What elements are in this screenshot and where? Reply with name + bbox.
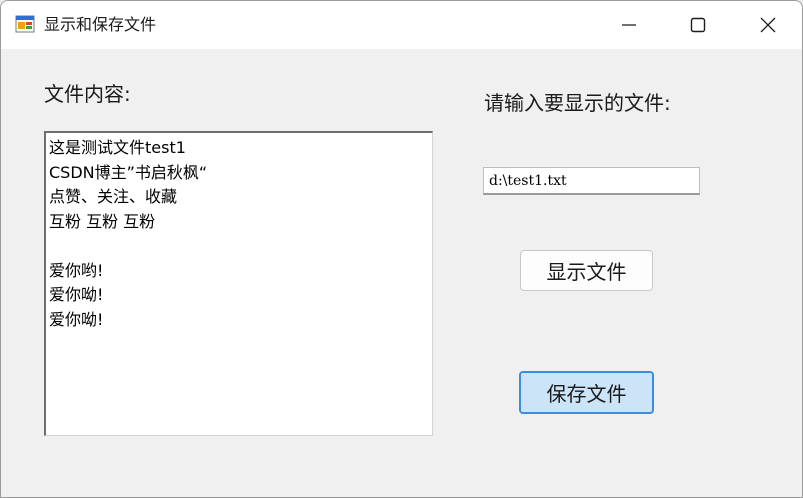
maximize-button[interactable] bbox=[663, 1, 733, 49]
minimize-button[interactable] bbox=[594, 1, 664, 49]
close-button[interactable] bbox=[733, 1, 802, 49]
form-client-area: 文件内容: 请输入要显示的文件: 这是测试文件test1 CSDN博主”书启秋枫… bbox=[1, 49, 802, 497]
window-title: 显示和保存文件 bbox=[44, 15, 157, 34]
file-content-text: 这是测试文件test1 CSDN博主”书启秋枫“ 点赞、关注、收藏 互粉 互粉 … bbox=[49, 138, 208, 329]
save-file-button[interactable]: 保存文件 bbox=[519, 371, 654, 414]
file-content-label: 文件内容: bbox=[44, 82, 131, 106]
minimize-icon bbox=[622, 24, 636, 26]
title-bar[interactable]: 显示和保存文件 bbox=[1, 1, 802, 49]
show-file-button[interactable]: 显示文件 bbox=[520, 250, 653, 291]
maximize-icon bbox=[690, 17, 706, 33]
app-window: 显示和保存文件 文件内容: 请输入要显示的文件: 这是测试文件test1 CSD… bbox=[0, 0, 803, 498]
close-icon bbox=[760, 17, 776, 33]
file-content-textbox[interactable]: 这是测试文件test1 CSDN博主”书启秋枫“ 点赞、关注、收藏 互粉 互粉 … bbox=[44, 131, 433, 436]
file-path-prompt-label: 请输入要显示的文件: bbox=[484, 91, 671, 115]
app-form-icon bbox=[15, 14, 37, 36]
file-path-input[interactable]: d:\test1.txt bbox=[483, 167, 700, 195]
